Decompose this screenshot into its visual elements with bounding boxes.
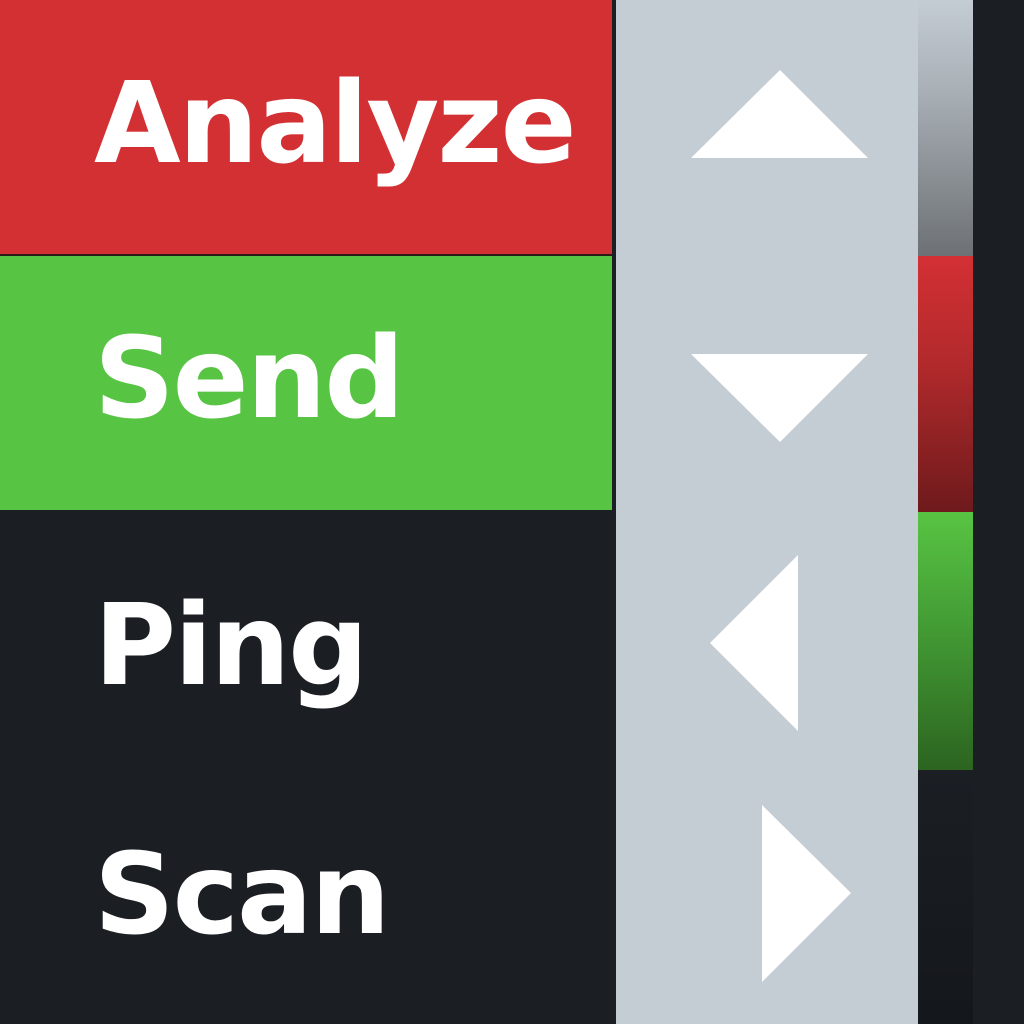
color-swatch-green bbox=[918, 512, 973, 770]
screen: Analyze Send Ping Scan bbox=[0, 0, 1024, 1024]
arrow-down-icon bbox=[691, 354, 868, 442]
menu-item-label: Send bbox=[94, 314, 405, 444]
right-button[interactable] bbox=[616, 768, 918, 1024]
color-indicator-strip bbox=[918, 0, 973, 1024]
menu-item-scan[interactable]: Scan bbox=[0, 766, 612, 1024]
left-button[interactable] bbox=[616, 512, 918, 768]
up-button[interactable] bbox=[616, 0, 918, 256]
color-swatch-red bbox=[918, 256, 973, 512]
arrow-up-icon bbox=[691, 70, 868, 158]
menu-item-analyze[interactable]: Analyze bbox=[0, 0, 612, 254]
direction-pad bbox=[616, 0, 918, 1024]
menu-item-label: Scan bbox=[94, 830, 390, 960]
color-swatch-dark bbox=[918, 770, 973, 1024]
menu-item-ping[interactable]: Ping bbox=[0, 510, 612, 766]
menu-item-send[interactable]: Send bbox=[0, 256, 612, 510]
down-button[interactable] bbox=[616, 256, 918, 512]
menu-item-label: Analyze bbox=[94, 59, 577, 189]
command-menu: Analyze Send Ping Scan bbox=[0, 0, 612, 1024]
arrow-right-icon bbox=[762, 805, 851, 982]
menu-item-label: Ping bbox=[94, 581, 368, 711]
right-edge-panel bbox=[973, 0, 1024, 1024]
arrow-left-icon bbox=[710, 555, 798, 731]
color-swatch-gray bbox=[918, 0, 973, 256]
